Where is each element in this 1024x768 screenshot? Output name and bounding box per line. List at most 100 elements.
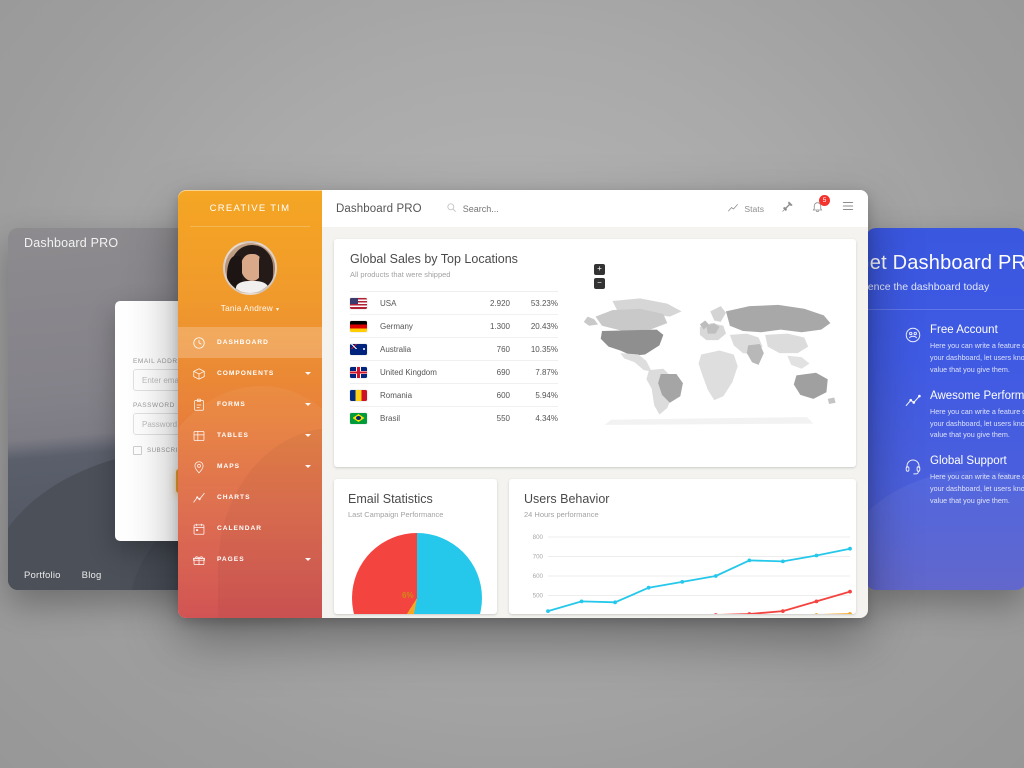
- sidebar-item-forms[interactable]: FORMS: [178, 389, 322, 420]
- card-subtitle: 24 Hours performance: [524, 510, 599, 519]
- sidebar-logo[interactable]: CREATIVE TIM: [178, 190, 322, 227]
- country-cell: Australia: [380, 344, 412, 354]
- pin-push-button[interactable]: [781, 200, 794, 218]
- data-point[interactable]: [747, 612, 752, 614]
- world-map[interactable]: + −: [572, 252, 856, 453]
- sales-cell: 600: [496, 390, 510, 400]
- sidebar-label: DASHBOARD: [217, 339, 269, 346]
- table-row[interactable]: Australia 760 10.35%: [350, 337, 558, 361]
- data-point[interactable]: [848, 612, 852, 614]
- data-point[interactable]: [848, 546, 852, 551]
- page-title: Dashboard PRO: [336, 202, 422, 215]
- percentage-cell: 53.23%: [530, 298, 558, 308]
- promo-preview-card: Get Dashboard PRO Experience the dashboa…: [866, 228, 1024, 590]
- country-cell: Romania: [380, 390, 413, 400]
- percentage-cell: 4.34%: [535, 413, 558, 423]
- chevron-down-icon: ▾: [275, 307, 280, 313]
- sidebar-item-maps[interactable]: MAPS: [178, 451, 322, 482]
- table-row[interactable]: Romania 600 5.94%: [350, 383, 558, 407]
- data-point[interactable]: [814, 553, 819, 558]
- pin-icon: [191, 459, 206, 474]
- data-point[interactable]: [814, 599, 819, 604]
- map-zoom-in-button[interactable]: +: [594, 264, 605, 275]
- card-title: Global Sales by Top Locations: [350, 252, 518, 266]
- line-chart[interactable]: 500 600 700 800: [524, 533, 856, 614]
- ro-flag: [350, 389, 367, 401]
- data-point[interactable]: [613, 600, 618, 605]
- promo-subtitle: Experience the dashboard today: [866, 281, 990, 293]
- caret-down-icon: [305, 372, 311, 375]
- data-point[interactable]: [579, 599, 584, 604]
- search-box[interactable]: [446, 200, 728, 218]
- table-row[interactable]: Germany 1.300 20.43%: [350, 314, 558, 338]
- data-point[interactable]: [714, 613, 718, 614]
- gift-icon: [191, 552, 206, 567]
- sidebar-user[interactable]: Tania Andrew ▾: [178, 227, 322, 323]
- line-chart-svg: 500 600 700 800: [533, 534, 852, 614]
- sidebar-item-dashboard[interactable]: DASHBOARD: [178, 327, 322, 358]
- search-input[interactable]: [462, 203, 583, 214]
- caret-down-icon: [305, 403, 311, 406]
- portfolio-link[interactable]: Portfolio: [24, 570, 61, 581]
- sidebar-item-components[interactable]: COMPONENTS: [178, 358, 322, 389]
- caret-down-icon: [305, 434, 311, 437]
- notification-badge: 5: [819, 194, 830, 206]
- bottom-row: Email Statistics Last Campaign Performan…: [334, 479, 856, 614]
- sidebar-nav: DASHBOARD COMPONENTS FORMS TABLES MAPS C…: [178, 327, 322, 575]
- br-flag: [350, 412, 367, 424]
- country-cell: USA: [380, 298, 397, 308]
- data-point[interactable]: [646, 585, 651, 590]
- avatar[interactable]: [223, 241, 277, 295]
- pie-chart-graphic: [352, 533, 482, 614]
- email-statistics-card: Email Statistics Last Campaign Performan…: [334, 479, 497, 614]
- promo-feature: Awesome Performance Here you can write a…: [866, 376, 1024, 442]
- data-point[interactable]: [747, 558, 752, 563]
- login-footer-links: Portfolio Blog: [24, 570, 101, 581]
- menu-button[interactable]: [841, 199, 855, 218]
- country-cell: United Kingdom: [380, 367, 437, 377]
- map-zoom-controls[interactable]: + −: [594, 264, 605, 292]
- sidebar-item-calendar[interactable]: CALENDAR: [178, 513, 322, 544]
- flag-cell: [350, 407, 380, 430]
- stats-button[interactable]: Stats: [727, 202, 764, 216]
- data-point[interactable]: [680, 579, 685, 584]
- map-zoom-out-button[interactable]: −: [594, 278, 605, 289]
- avatar-body: [236, 281, 268, 293]
- sidebar-label: FORMS: [217, 401, 246, 408]
- sidebar-username[interactable]: Tania Andrew ▾: [178, 304, 322, 313]
- pie-slice-label: 6%: [402, 591, 414, 600]
- percentage-cell: 7.87%: [535, 367, 558, 377]
- sidebar: CREATIVE TIM Tania Andrew ▾ DASHBOARD CO…: [178, 190, 322, 618]
- blog-link[interactable]: Blog: [82, 570, 102, 581]
- data-point[interactable]: [814, 613, 819, 614]
- pie-chart[interactable]: 6%: [352, 533, 482, 614]
- sidebar-label: MAPS: [217, 463, 241, 470]
- data-point[interactable]: [546, 609, 550, 613]
- table-row[interactable]: Brasil 550 4.34%: [350, 406, 558, 430]
- table-row[interactable]: United Kingdom 690 7.87%: [350, 360, 558, 384]
- people-icon: [904, 326, 922, 344]
- data-point[interactable]: [780, 559, 785, 564]
- checkbox-box[interactable]: [133, 446, 142, 455]
- promo-header: Get Dashboard PRO Experience the dashboa…: [866, 228, 1024, 310]
- feature-title: Awesome Performance: [930, 389, 1024, 402]
- chart-line-icon: [191, 490, 206, 505]
- sidebar-item-charts[interactable]: CHARTS: [178, 482, 322, 513]
- y-axis-tick: 800: [533, 534, 544, 541]
- data-point[interactable]: [848, 589, 852, 594]
- percentage-cell: 20.43%: [530, 321, 558, 331]
- promo-title: Get Dashboard PRO: [866, 252, 1024, 274]
- card-title: Email Statistics: [348, 492, 433, 506]
- topbar-actions: Stats 5: [727, 194, 855, 218]
- country-cell: Germany: [380, 321, 413, 331]
- y-axis-tick: 500: [533, 593, 544, 600]
- sidebar-item-tables[interactable]: TABLES: [178, 420, 322, 451]
- card-title: Users Behavior: [524, 492, 610, 506]
- feature-title: Global Support: [930, 455, 1007, 468]
- data-point[interactable]: [780, 609, 785, 613]
- data-point[interactable]: [713, 574, 718, 578]
- sidebar-item-pages[interactable]: PAGES: [178, 544, 322, 575]
- table-row[interactable]: USA 2.920 53.23%: [350, 291, 558, 315]
- notifications-button[interactable]: 5: [811, 194, 830, 218]
- package-icon: [191, 366, 206, 381]
